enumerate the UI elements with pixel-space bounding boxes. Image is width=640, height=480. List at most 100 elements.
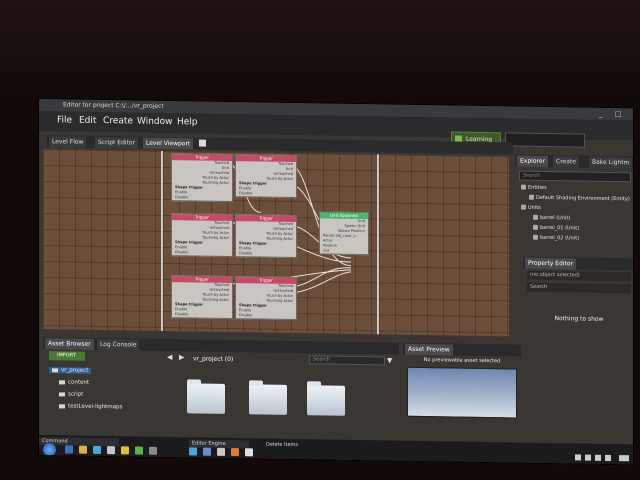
tree-item-vr-project[interactable]: vr_project [49,367,92,374]
app-icon[interactable] [107,446,115,455]
flow-node-trigger[interactable]: Trigger Touched Untouched Touch by Actor… [235,214,297,259]
tree-item-script[interactable]: script [59,391,83,398]
folder-icon [59,391,65,396]
node-row: Disable [239,251,253,256]
flow-node-unit-spawned[interactable]: Unit Spawned Unit Spawn Unit Spawn Posit… [319,211,369,256]
tab-add-icon[interactable] [199,139,206,147]
folder-icon [59,403,65,408]
explorer-item-barrel[interactable]: barrel (Unit) [533,214,571,222]
asset-search-input[interactable]: Search [309,355,385,366]
tree-item-label: vr_project [61,367,89,374]
tab-script-editor[interactable]: Script Editor [95,136,139,149]
folder-thumbnail[interactable] [249,384,287,415]
tray-icon[interactable] [585,454,591,461]
menu-file[interactable]: File [57,115,72,125]
unit-icon [533,234,538,240]
folder-icon [521,184,526,190]
tab-property-editor[interactable]: Property Editor [525,257,577,270]
menu-create[interactable]: Create [103,116,133,126]
explorer-tabbar: Explorer Create Bake Lightm [515,154,634,169]
explorer-item-label: barrel_01 (Unit) [540,224,580,232]
tray-icon[interactable] [619,455,629,462]
flow-node-trigger[interactable]: Trigger Touched Unit Untouched Touch by … [235,154,297,199]
explorer-item-entities[interactable]: Entities [521,184,547,191]
node-row: Disable [239,313,253,318]
explorer-item-barrel-01[interactable]: barrel_01 (Unit) [533,224,580,232]
start-menu-icon[interactable] [43,443,56,457]
tab-level-flow[interactable]: Level Flow [49,136,87,148]
app-icon[interactable] [135,446,143,455]
flow-node-trigger[interactable]: Trigger Touched Unit Untouched Touch by … [171,153,233,203]
flow-node-trigger[interactable]: Trigger Touched Untouched Touch by Actor… [235,276,297,321]
app-icon[interactable] [231,448,239,457]
tab-level-viewport[interactable]: Level Viewport [143,137,194,150]
forward-arrow-icon[interactable]: ▶ [179,353,184,361]
app-icon[interactable] [93,445,101,454]
flow-node-trigger[interactable]: Trigger Touched Untouched Touch by Actor… [171,275,233,320]
explorer-icon[interactable] [79,445,87,454]
ie-icon[interactable] [65,445,73,454]
tray-icon[interactable] [575,454,581,461]
taskbar-delete-items[interactable]: Delete Items [263,441,323,450]
asset-browser-tabbar: Asset Browser Log Console [43,337,399,355]
tray-icon[interactable] [605,454,611,462]
explorer-item-label: barrel (Unit) [540,214,571,222]
app-icon[interactable] [245,448,253,457]
editor-window: Editor for project C:\/…/vr_project _ □ … [38,98,634,466]
tray-icon[interactable] [595,454,601,461]
menu-help[interactable]: Help [177,117,198,127]
app-icon[interactable] [121,446,129,455]
node-row: Disable [175,195,189,200]
asset-path: vr_project (0) [193,355,234,364]
folder-thumbnail[interactable] [187,383,225,414]
preview-image [407,366,517,419]
flow-node-trigger[interactable]: Trigger Touched Untouched Touch by Actor… [171,213,233,258]
tab-explorer[interactable]: Explorer [517,155,548,168]
tab-asset-browser[interactable]: Asset Browser [45,338,94,350]
app-icon[interactable] [189,447,197,456]
tab-bake-lightmaps[interactable]: Bake Lightm [589,156,633,169]
tab-log-console[interactable]: Log Console [97,338,140,351]
background-wall [0,0,640,100]
asset-browser-panel: Asset Browser Log Console IMPORT vr_proj… [43,337,399,441]
property-search-input[interactable]: Search [527,282,631,294]
tree-item-content[interactable]: content [59,379,89,386]
explorer-item-barrel-02[interactable]: barrel_02 (Unit) [533,234,580,242]
menu-search-input[interactable] [505,132,585,148]
property-editor-tabbar: Property Editor [523,256,634,271]
asset-preview-tabbar: Asset Preview [403,342,521,357]
explorer-search-input[interactable]: Search [519,170,631,183]
unit-icon [533,224,538,230]
explorer-item-shading-env[interactable]: Default Shading Environment (Entity) [529,194,630,203]
explorer-item-units[interactable]: Units [521,204,541,211]
app-icon[interactable] [217,447,225,456]
empty-state-message: Nothing to show [554,315,604,323]
tree-item-lightmaps[interactable]: testLevel-lightmaps [59,403,122,410]
flow-grid-left[interactable] [43,149,161,331]
node-row: Disable [239,191,253,196]
explorer-item-label: barrel_02 (Unit) [540,234,580,242]
selected-object-field: (no object selected) [527,270,631,282]
unit-icon [533,214,538,220]
flow-grid-right[interactable] [379,154,509,337]
tab-asset-preview[interactable]: Asset Preview [405,343,453,356]
entity-icon [529,194,534,200]
window-title: Editor for project C:\/…/vr_project [63,101,164,110]
node-row: Out [323,248,330,253]
tab-create[interactable]: Create [553,156,579,168]
back-arrow-icon[interactable]: ◀ [167,353,172,361]
app-icon[interactable] [203,447,211,456]
folder-icon [521,204,526,210]
menu-edit[interactable]: Edit [79,116,96,126]
app-icon[interactable] [149,446,157,455]
property-editor-panel: Property Editor (no object selected) Sea… [523,256,634,449]
explorer-item-label: Default Shading Environment (Entity) [536,194,630,203]
filter-icon[interactable]: ▼ [387,356,392,364]
explorer-item-label: Units [528,204,541,211]
import-button[interactable]: IMPORT [49,351,85,361]
menu-window[interactable]: Window [137,117,173,128]
node-row: Disable [175,312,189,317]
explorer-panel: Explorer Create Bake Lightm Search Entit… [515,154,634,253]
folder-thumbnail[interactable] [307,385,345,416]
window-controls[interactable]: _ □ ✕ [599,108,629,130]
